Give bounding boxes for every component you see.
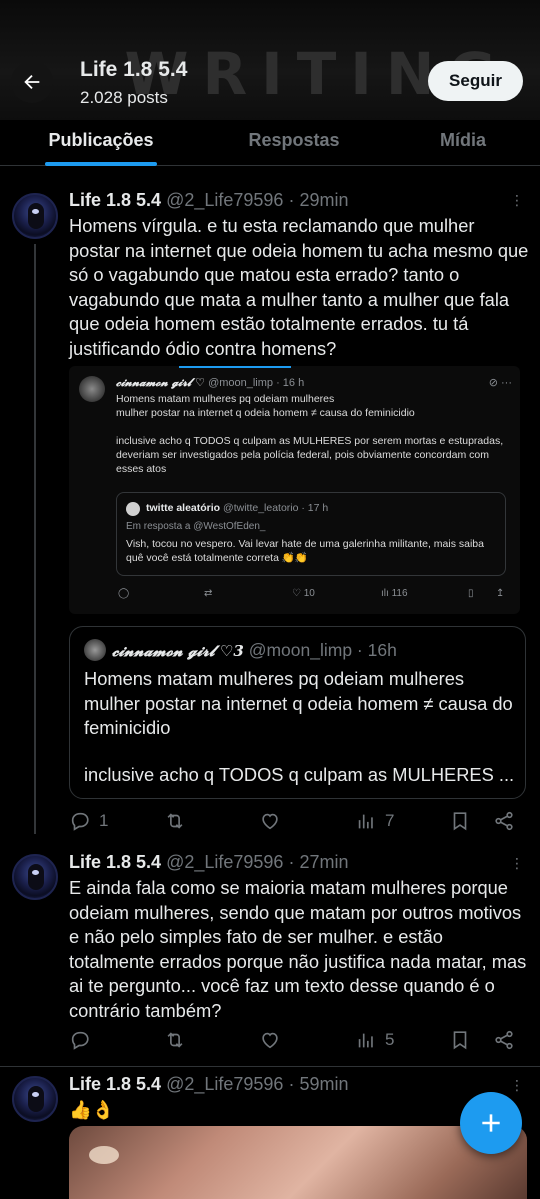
inner-reply-to: Em resposta a @WestOfEden_ [126,521,266,532]
handle-time: @2_Life79596 · 29min [166,190,349,210]
back-button[interactable] [11,61,53,103]
reply-button[interactable]: 1 [69,810,108,832]
screenshot-more-icon: ⊘ ··· [488,377,512,389]
screenshot-share-icon: ↥ [496,588,505,599]
bookmark-button[interactable] [449,1029,471,1051]
heart-icon [262,813,278,830]
avatar[interactable] [12,193,58,239]
like-button[interactable] [259,810,281,832]
screenshot-inner-quote: twitte aleatório @twitte_leatorio · 17 h… [116,492,506,576]
avatar[interactable] [12,854,58,900]
author-name[interactable]: Life 1.8 5.4 [69,190,161,210]
views-icon [358,814,373,829]
follow-button[interactable]: Seguir [428,61,523,101]
profile-name: Life 1.8 5.4 [80,58,188,81]
post-count: 2.028 posts [80,88,168,107]
reply-button[interactable] [69,1029,91,1051]
repost-icon [167,1032,183,1048]
share-icon [495,1030,513,1050]
quote-author: 𝓬𝓲𝓷𝓷𝓪𝓶𝓸𝓷 𝓰𝓲𝓻𝓵 ♡3 [112,642,244,660]
quote-handle-time: @moon_limp · 16h [248,640,397,660]
author-name[interactable]: Life 1.8 5.4 [69,1074,161,1094]
quote-avatar [84,639,106,661]
screenshot-meta: 𝓬𝓲𝓷𝓷𝓪𝓶𝓸𝓷 𝓰𝓲𝓻𝓵 ♡ @moon_limp · 16 h [116,376,304,390]
screenshot-handle-time: @moon_limp · 16 h [208,377,305,389]
reply-icon [71,1031,89,1050]
inner-author: twitte aleatório [146,502,221,514]
handle-time: @2_Life79596 · 59min [166,1074,349,1094]
post-divider [0,1066,540,1067]
views-icon [358,1033,373,1048]
share-icon [495,811,513,831]
more-options-icon[interactable]: ⋮ [510,855,524,872]
post-meta: Life 1.8 5.4 @2_Life79596 · 27min [69,852,348,873]
repost-button[interactable] [163,810,187,832]
tab-publicacoes[interactable]: Publicações [45,120,157,166]
author-name[interactable]: Life 1.8 5.4 [69,852,161,872]
share-button[interactable] [493,810,515,832]
avatar[interactable] [12,1076,58,1122]
screenshot-views: 116 [391,588,408,599]
screenshot-likes: 10 [303,588,315,599]
plus-icon [482,1114,500,1132]
bookmark-icon [453,812,467,831]
screenshot-text: Homens matam mulheres pq odeiam mulheres… [116,393,504,475]
image-accent-line [179,366,291,368]
screenshot-bookmark-icon: ▯ [468,588,474,599]
inner-meta: twitte aleatório @twitte_leatorio · 17 h [146,502,328,514]
post-2-actions: 5 [69,1029,529,1055]
bookmark-icon [453,1031,467,1050]
thread-line [34,244,36,834]
more-options-icon[interactable]: ⋮ [510,1077,524,1094]
inner-text: Vish, tocou no vespero. Vai levar hate d… [126,538,484,564]
views-count: 7 [385,811,395,830]
reply-icon [71,812,89,831]
back-arrow-icon [24,74,40,90]
post-1-actions: 1 7 [69,810,529,836]
post-media-image[interactable] [69,1126,527,1199]
post-text: Homens vírgula. e tu esta reclamando que… [69,215,529,359]
heart-icon [262,1032,278,1049]
post-meta: Life 1.8 5.4 @2_Life79596 · 29min [69,190,348,211]
screenshot-reply-icon: ◯ [118,588,130,599]
inner-avatar [126,502,140,516]
bookmark-button[interactable] [449,810,471,832]
screenshot-actions: ◯ ⇄ ♡ 10 ılı 116 ▯ ↥ [116,588,511,604]
reply-count: 1 [99,811,109,830]
handle-time: @2_Life79596 · 27min [166,852,349,872]
views-button[interactable]: 5 [355,1029,394,1051]
attached-screenshot-image[interactable]: 𝓬𝓲𝓷𝓷𝓪𝓶𝓸𝓷 𝓰𝓲𝓻𝓵 ♡ @moon_limp · 16 h ⊘ ··· … [69,366,520,614]
views-count: 5 [385,1030,395,1049]
views-button[interactable]: 7 [355,810,394,832]
post-meta: Life 1.8 5.4 @2_Life79596 · 59min [69,1074,348,1095]
tab-midia[interactable]: Mídia [436,120,490,166]
screenshot-author: 𝓬𝓲𝓷𝓷𝓪𝓶𝓸𝓷 𝓰𝓲𝓻𝓵 ♡ [116,376,205,389]
screenshot-avatar [79,376,105,402]
post-text: E ainda fala como se maioria matam mulhe… [69,877,527,1021]
compose-fab-button[interactable] [460,1092,522,1154]
quote-text: Homens matam mulheres pq odeiam mulheres… [84,668,513,738]
repost-icon [167,813,183,829]
repost-button[interactable] [163,1029,187,1051]
profile-tabs: Publicações Respostas Mídia [0,120,540,166]
quote-text-more: inclusive acho q TODOS q culpam as MULHE… [84,764,514,785]
more-options-icon[interactable]: ⋮ [510,192,524,209]
screenshot-like-icon: ♡ 10 [292,588,315,599]
like-button[interactable] [259,1029,281,1051]
quoted-post-card[interactable]: 𝓬𝓲𝓷𝓷𝓪𝓶𝓸𝓷 𝓰𝓲𝓻𝓵 ♡3 @moon_limp · 16h Homens… [69,626,526,799]
share-button[interactable] [493,1029,515,1051]
quote-meta: 𝓬𝓲𝓷𝓷𝓪𝓶𝓸𝓷 𝓰𝓲𝓻𝓵 ♡3 @moon_limp · 16h [112,640,397,661]
screenshot-views-icon: ılı 116 [381,588,408,599]
screenshot-repost-icon: ⇄ [204,588,213,599]
inner-handle-time: @twitte_leatorio · 17 h [223,502,329,514]
tab-respostas[interactable]: Respostas [246,120,342,166]
